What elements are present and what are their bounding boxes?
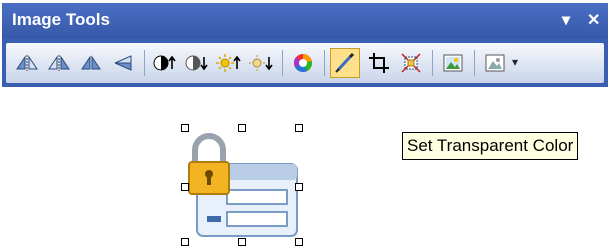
toolbar-separator (474, 50, 475, 76)
resize-handle[interactable] (181, 238, 189, 246)
rotate-button[interactable] (108, 48, 138, 78)
color-wheel-icon (293, 53, 313, 72)
brightness-up-icon (216, 54, 241, 72)
picture-options-button[interactable] (480, 48, 510, 78)
locked-form-image (188, 133, 298, 237)
contrast-down-icon (185, 55, 208, 71)
flip-vertical-button[interactable] (76, 48, 106, 78)
flip-horizontal-alt-button[interactable] (44, 48, 74, 78)
toolbar-options-dropdown-icon[interactable]: ▾ (562, 10, 570, 30)
resize-handle[interactable] (295, 238, 303, 246)
set-transparent-color-button[interactable] (330, 48, 360, 78)
toolbar-separator (144, 50, 145, 76)
set-transparent-color-icon (335, 52, 355, 73)
toolbar-separator (324, 50, 325, 76)
picture-options-icon (485, 54, 505, 72)
resize-icon (401, 53, 421, 73)
color-button[interactable] (288, 48, 318, 78)
resize-handle[interactable] (295, 183, 303, 191)
crop-icon (369, 53, 389, 73)
flip-horizontal-alt-icon (48, 55, 70, 71)
toolbar-titlebar[interactable]: Image Tools ▾ ✕ (2, 3, 608, 39)
picture-options-dropdown-icon[interactable]: ▾ (512, 55, 518, 69)
less-contrast-button[interactable] (182, 48, 212, 78)
crop-button[interactable] (364, 48, 394, 78)
close-icon[interactable]: ✕ (587, 10, 600, 30)
more-contrast-button[interactable] (150, 48, 180, 78)
flip-horizontal-button[interactable] (12, 48, 42, 78)
brightness-down-icon (249, 55, 273, 71)
rotate-icon (114, 55, 132, 71)
more-brightness-button[interactable] (214, 48, 244, 78)
resize-handle[interactable] (238, 124, 246, 132)
tool-button-row: ▾ (6, 43, 604, 83)
resize-handle[interactable] (238, 238, 246, 246)
toolbar-separator (432, 50, 433, 76)
toolbar-title: Image Tools (12, 10, 110, 29)
resize-button[interactable] (396, 48, 426, 78)
tooltip: Set Transparent Color (402, 132, 579, 160)
resize-handle[interactable] (181, 124, 189, 132)
selected-image[interactable] (181, 124, 305, 246)
toolbar-separator (282, 50, 283, 76)
insert-picture-icon (443, 54, 463, 72)
contrast-up-icon (153, 55, 176, 71)
image-tools-toolbar: Image Tools ▾ ✕ ▾ (2, 3, 608, 87)
flip-horizontal-icon (16, 55, 38, 71)
insert-picture-button[interactable] (438, 48, 468, 78)
resize-handle[interactable] (295, 124, 303, 132)
resize-handle[interactable] (181, 183, 189, 191)
less-brightness-button[interactable] (246, 48, 276, 78)
flip-vertical-icon (81, 55, 101, 70)
